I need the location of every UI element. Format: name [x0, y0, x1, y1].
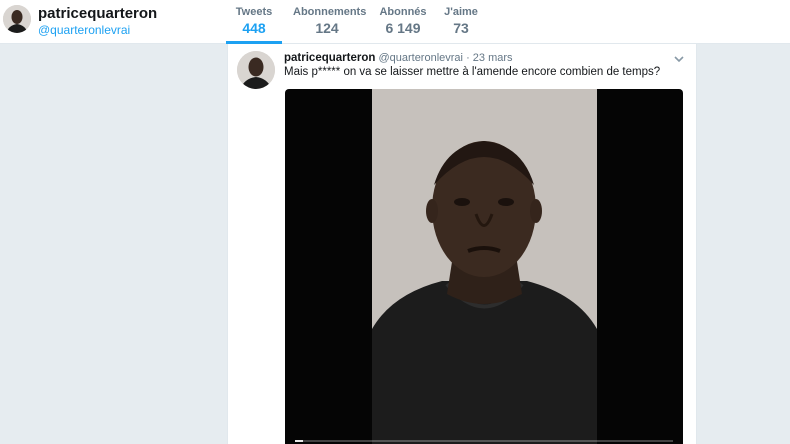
stat-tweets[interactable]: Tweets 448: [234, 6, 274, 36]
tweet-card[interactable]: patricequarteron @quarteronlevrai · 23 m…: [227, 44, 697, 444]
tweet-author-handle[interactable]: @quarteronlevrai: [378, 52, 463, 64]
stat-tweets-value: 448: [242, 20, 266, 36]
profile-handle[interactable]: @quarteronlevrai: [38, 23, 130, 37]
tweet-separator: ·: [466, 52, 470, 64]
video-progress-fill: [295, 440, 303, 442]
stat-followers-label: Abonnés: [379, 6, 427, 18]
chevron-down-icon[interactable]: [673, 52, 685, 64]
tweet-author-name[interactable]: patricequarteron: [284, 52, 375, 64]
tweet-author-avatar[interactable]: [237, 51, 275, 89]
profile-nav-bar: patricequarteron @quarteronlevrai Tweets…: [0, 0, 790, 44]
stat-tweets-label: Tweets: [235, 6, 273, 18]
video-progress-bar[interactable]: [295, 440, 673, 442]
tweet-header: patricequarteron @quarteronlevrai · 23 m…: [284, 52, 513, 64]
profile-avatar[interactable]: [3, 5, 31, 33]
stat-following-value: 124: [315, 20, 339, 36]
stat-likes-label: J'aime: [444, 6, 478, 18]
video-frame: [372, 89, 597, 444]
tweet-date[interactable]: 23 mars: [473, 52, 513, 64]
tweet-text: Mais p***** on va se laisser mettre à l'…: [284, 66, 661, 78]
stat-followers[interactable]: Abonnés 6 149: [379, 6, 427, 36]
stat-following[interactable]: Abonnements 124: [293, 6, 367, 36]
tweet-video[interactable]: [285, 89, 683, 444]
stat-likes[interactable]: J'aime 73: [443, 6, 479, 36]
stat-following-label: Abonnements: [293, 6, 367, 18]
stat-likes-value: 73: [453, 20, 469, 36]
stat-followers-value: 6 149: [385, 20, 421, 36]
profile-name[interactable]: patricequarteron: [38, 5, 157, 22]
